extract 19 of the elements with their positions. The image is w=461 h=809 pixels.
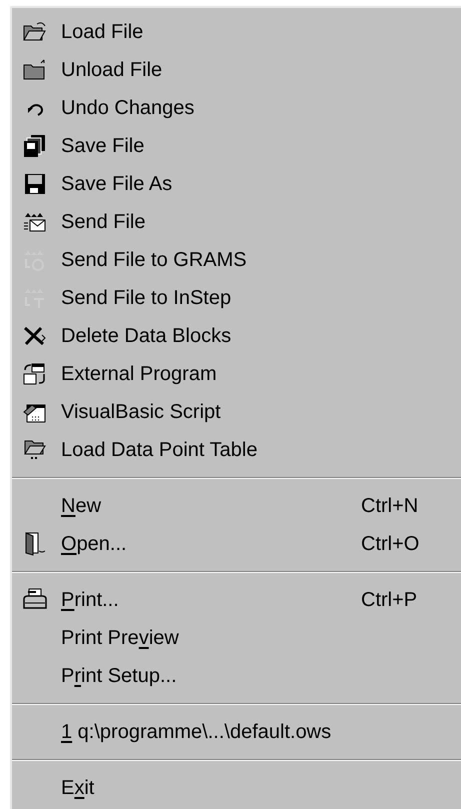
menu-item[interactable]: New Ctrl+N [12,487,461,525]
menu-item[interactable]: Save File [12,127,461,165]
menu-item[interactable]: Print Setup... [12,657,461,695]
menu-item[interactable]: Open... Ctrl+O [12,525,461,563]
menu-item[interactable]: 1 q:\programme\...\default.ows [12,713,461,751]
menu-item[interactable]: Print Preview [12,619,461,657]
menu-item[interactable]: Save File As [12,165,461,203]
menu-item[interactable]: Exit [12,769,461,807]
menu-item[interactable]: VisualBasic Script [12,393,461,431]
menu-item[interactable]: Send File to GRAMS [12,241,461,279]
menu-item[interactable]: External Program [12,355,461,393]
menu-item[interactable]: Load Data Point Table [12,431,461,469]
menu-item[interactable]: Undo Changes [12,89,461,127]
menu-item[interactable]: Load File [12,13,461,51]
menu-item[interactable]: Unload File [12,51,461,89]
menu-item[interactable]: Send File [12,203,461,241]
menu-item[interactable]: Send File to InStep [12,279,461,317]
menu-item[interactable]: Delete Data Blocks [12,317,461,355]
menu-item[interactable]: Print... Ctrl+P [12,581,461,619]
